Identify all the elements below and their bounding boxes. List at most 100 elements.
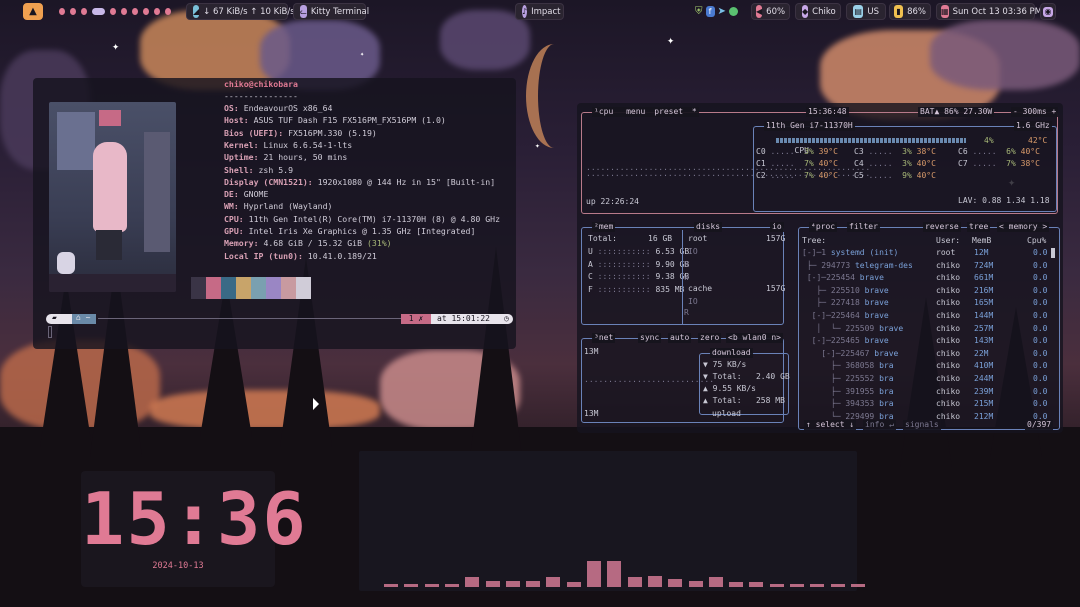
- anime-girl-image: [49, 102, 176, 292]
- shield-icon[interactable]: ⛨: [695, 6, 703, 17]
- proc-row[interactable]: [-]─225467 brave: [802, 349, 898, 359]
- proc-title: ⁴proc: [809, 222, 838, 232]
- launcher-button[interactable]: ▲: [23, 3, 43, 20]
- proc-scrollbar[interactable]: [1051, 248, 1055, 258]
- proc-tree[interactable]: tree: [967, 222, 991, 232]
- btop-window[interactable]: ¹cpu menu preset * 15:36:48 BAT▲ 86% 27.…: [577, 103, 1063, 433]
- music-icon: ♪: [522, 5, 528, 18]
- prompt-line[interactable]: ▰ ⌂ ~ 1 ✗ at 15:01:22 ◷: [37, 313, 514, 325]
- net-auto[interactable]: auto: [668, 333, 692, 343]
- proc-row[interactable]: ├─ 394353 bra: [802, 399, 894, 409]
- user-menu[interactable]: ◆ Chiko: [795, 3, 841, 20]
- cpu-total-temp: 42°C: [1028, 136, 1048, 145]
- moon: [526, 44, 582, 148]
- workspace-dot[interactable]: [110, 8, 117, 15]
- cpu-cores-box: 11th Gen i7-11370H 1.6 GHz CPU 4% 42°C C…: [753, 121, 1057, 212]
- proc-user: chiko: [936, 361, 961, 371]
- file-icon[interactable]: f: [705, 6, 715, 17]
- workspace-dot[interactable]: [132, 8, 139, 15]
- workspace-dot[interactable]: [69, 8, 76, 15]
- workspace-dot[interactable]: [121, 8, 128, 15]
- info-line: Host: ASUS TUF Dash F15 FX516PM_FX516PM …: [224, 114, 446, 126]
- info-line: Shell: zsh 5.9: [224, 164, 293, 176]
- mem-total-label: Total:: [588, 234, 617, 243]
- proc-mem: 12M: [974, 248, 989, 257]
- info-key: WM:: [224, 201, 239, 212]
- datetime[interactable]: ▦ Sun Oct 13 03:36 PM: [936, 3, 1042, 20]
- proc-sort[interactable]: < memory >: [997, 222, 1050, 232]
- refresh-rate[interactable]: - 300ms +: [1011, 107, 1059, 117]
- net-sync[interactable]: sync: [638, 333, 662, 343]
- workspace-dot[interactable]: [59, 8, 65, 15]
- window-frame: [57, 112, 95, 170]
- proc-reverse[interactable]: reverse: [923, 222, 961, 232]
- proc-row[interactable]: ├─ 225552 bra: [802, 374, 894, 384]
- proc-cpu: 0.0: [1033, 336, 1048, 346]
- proc-name: brave: [864, 311, 889, 320]
- prompt-time: at 15:01:22: [437, 314, 490, 323]
- download-rate: ▼ 75 KB/s: [703, 360, 747, 369]
- tab-preset[interactable]: preset: [654, 107, 683, 116]
- proc-info[interactable]: info ↵: [863, 420, 896, 430]
- cpu-core-pct: 9%: [902, 171, 912, 180]
- proc-row[interactable]: │ └─ 225509 brave: [802, 324, 903, 334]
- net-zero[interactable]: zero: [698, 333, 722, 343]
- workspace-dot[interactable]: [154, 8, 161, 15]
- visualizer-bar: [790, 583, 804, 587]
- media-player[interactable]: ♪ Impact: [515, 3, 564, 20]
- keyboard-layout[interactable]: ▤ US: [846, 3, 886, 20]
- palette-swatch: [191, 277, 206, 299]
- disks-io-toggle[interactable]: io: [770, 222, 784, 232]
- volume[interactable]: ◀ 60%: [751, 3, 790, 20]
- active-window[interactable]: ᓚ Kitty Terminal: [293, 3, 370, 20]
- battery[interactable]: ▮ 86%: [889, 3, 931, 20]
- proc-tree-prefix: [-]─225467: [802, 348, 875, 358]
- mem-value: 835 MB: [655, 284, 685, 294]
- info-line: OS: EndeavourOS x86_64: [224, 102, 332, 114]
- proc-row[interactable]: [-]─225464 brave: [802, 311, 889, 321]
- cpu-core-graph: .....: [863, 171, 903, 180]
- mem-row: A ::::::::::: 9.90 GB: [588, 260, 689, 270]
- proc-row[interactable]: ├─ 391955 bra: [802, 387, 894, 397]
- spotify-icon[interactable]: [728, 7, 738, 16]
- info-line: Kernel: Linux 6.6.54-1-lts: [224, 139, 352, 151]
- proc-row[interactable]: ├─ 227418 brave: [802, 298, 888, 308]
- proc-row[interactable]: ├─ 225510 brave: [802, 286, 888, 296]
- visualizer-bar: [404, 583, 419, 587]
- info-line: Bios (UEFI): FX516PM.330 (5.19): [224, 127, 377, 139]
- net-title: ³net: [592, 333, 616, 343]
- proc-select[interactable]: ↑ select ↓: [804, 420, 857, 430]
- tab-star[interactable]: *: [692, 107, 697, 116]
- proc-cpu: 0.0: [1033, 323, 1048, 333]
- tab-menu[interactable]: menu: [626, 107, 645, 116]
- workspace-dot[interactable]: [143, 8, 150, 15]
- clock-widget: 15:36 2024-10-13: [81, 471, 306, 587]
- proc-row[interactable]: ├─ 294773 telegram-des: [802, 261, 913, 271]
- girl-legs: [96, 230, 122, 260]
- proc-filter[interactable]: filter: [847, 222, 880, 232]
- proc-name: brave: [879, 323, 904, 333]
- tab-cpu[interactable]: ¹cpu: [594, 107, 613, 116]
- proc-row[interactable]: [-]─1 systemd (init): [802, 248, 898, 258]
- proc-row[interactable]: [-]─225454 brave: [802, 273, 884, 283]
- telegram-icon[interactable]: ➤: [718, 6, 726, 17]
- proc-mem: 410M: [974, 361, 994, 371]
- proc-row[interactable]: ├─ 368058 bra: [802, 361, 894, 371]
- workspace-active[interactable]: [91, 8, 106, 15]
- network-speed[interactable]: ◢ ↓ 67 KiB/s ↑ 10 KiB/s: [186, 3, 295, 20]
- workspace-dot[interactable]: [165, 8, 171, 15]
- proc-row[interactable]: [-]─225465 brave: [802, 336, 889, 346]
- info-key: Host:: [224, 115, 249, 126]
- visualizer-bar: [526, 580, 541, 587]
- proc-signals[interactable]: signals: [903, 420, 941, 430]
- workspace-dot[interactable]: [80, 8, 87, 15]
- net-interface[interactable]: <b wlan0 n>: [726, 333, 783, 343]
- proc-user: chiko: [936, 399, 961, 409]
- notifications-button[interactable]: ◉: [1040, 3, 1056, 20]
- info-key: Memory:: [224, 238, 259, 249]
- kitty-terminal[interactable]: chiko@chikobara --------------- OS: Ende…: [33, 78, 516, 349]
- disk-cache-io: IO: [688, 297, 698, 306]
- cpu-core-name: C2: [756, 171, 766, 180]
- proc-count: 0/397: [1025, 420, 1054, 430]
- active-window-title: Kitty Terminal: [310, 6, 370, 17]
